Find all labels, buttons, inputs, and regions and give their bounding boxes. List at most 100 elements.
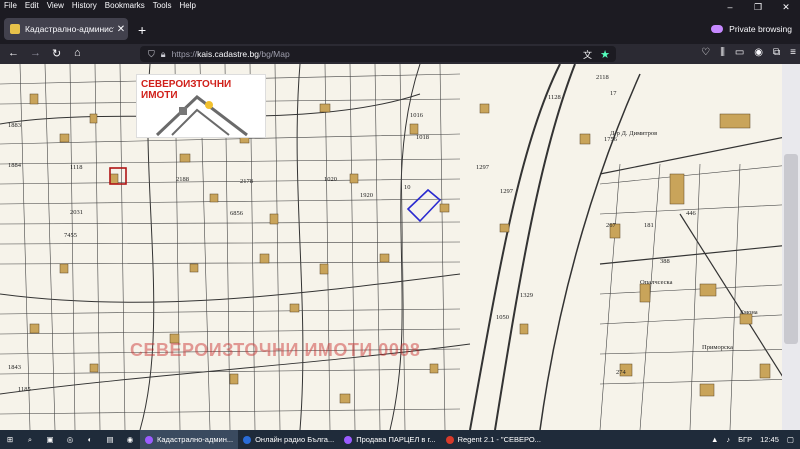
url-protocol: https:// <box>171 49 198 59</box>
parcel-map-canvas[interactable] <box>0 64 800 430</box>
parcel-label: 1920 <box>360 192 373 199</box>
task-label: Продава ПАРЦЕЛ в г... <box>356 435 436 444</box>
bookmark-star-icon[interactable]: ★ <box>600 48 610 61</box>
windows-start-icon[interactable]: ⊞ <box>0 430 20 449</box>
network-icon[interactable]: ▲ <box>711 435 718 444</box>
parcel-label: 267 <box>606 222 616 229</box>
parcel-label: 2031 <box>70 209 83 216</box>
menu-help[interactable]: Help <box>175 0 199 12</box>
menu-bar: File Edit View History Bookmarks Tools H… <box>0 0 800 12</box>
street-label: Д-р Д. Димитров <box>610 130 658 137</box>
extensions-icon[interactable]: ⧉ <box>773 47 780 58</box>
task-view-icon[interactable]: ▣ <box>40 430 60 449</box>
firefox-private-icon <box>145 435 153 444</box>
menu-icon[interactable]: ≡ <box>790 47 796 58</box>
menu-tools[interactable]: Tools <box>149 0 176 12</box>
parcel-label: 1883 <box>8 122 21 129</box>
notification-icon[interactable]: ▢ <box>787 435 794 444</box>
cadastre-map[interactable]: СЕВЕРОИЗТОЧНИ ИМОТИ СЕВЕРОИЗТОЧНИ ИМОТИ … <box>0 64 800 430</box>
watermark-text: СЕВЕРОИЗТОЧНИ ИМОТИ 0008 <box>130 340 421 360</box>
parcel-label: 274 <box>616 369 626 376</box>
parcel-label: 1018 <box>416 134 429 141</box>
menu-view[interactable]: View <box>43 0 68 12</box>
task-radio[interactable]: Онлайн радио Бълга... <box>238 430 339 449</box>
menu-bookmarks[interactable]: Bookmarks <box>101 0 149 12</box>
parcel-label: 17 <box>610 90 617 97</box>
system-tray: ▲ ♪ БГР 12:45 ▢ <box>711 430 794 449</box>
private-browsing-label: Private browsing <box>729 24 792 34</box>
parcel-label: 1843 <box>8 364 21 371</box>
parcel-label: 2118 <box>596 74 609 81</box>
close-window-button[interactable]: ✕ <box>772 0 800 14</box>
search-icon[interactable]: ⌕ <box>20 430 40 449</box>
task-cadastre[interactable]: Кадастрално-админ... <box>140 430 239 449</box>
parcel-label: 2178 <box>240 178 253 185</box>
private-browsing-indicator: Private browsing <box>711 24 792 34</box>
parcel-label: 1050 <box>496 314 509 321</box>
sidebar-icon[interactable]: ▭ <box>735 47 744 58</box>
clock[interactable]: 12:45 <box>760 435 779 444</box>
parcel-label: 1185 <box>18 386 31 393</box>
street-label: Емона <box>740 309 758 316</box>
scrollbar-thumb[interactable] <box>784 154 798 344</box>
tab-bar: Кадастрално-административ ✕ + Private br… <box>0 14 800 44</box>
menu-file[interactable]: File <box>0 0 21 12</box>
translate-icon[interactable]: 文 <box>583 48 592 61</box>
street-label: Опалчсеска <box>640 279 673 286</box>
edge-icon[interactable]: ◐ <box>80 430 100 449</box>
browser-icon <box>243 435 252 444</box>
navigation-bar: ← → ↻ ⌂ ⛉ 🔒︎ https:// kais.cadastre.bg /… <box>0 44 800 64</box>
toolbar-icons: ♡ ⫼ ▭ ◉ ⧉ ≡ <box>701 47 796 58</box>
forward-button[interactable]: → <box>30 47 41 59</box>
chrome-icon[interactable]: ◉ <box>120 430 140 449</box>
parcel-label: 1756 <box>604 136 617 143</box>
street-label: Приморска <box>702 344 733 351</box>
task-label: Онлайн радио Бълга... <box>255 435 335 444</box>
language-indicator[interactable]: БГР <box>738 435 752 444</box>
library-icon[interactable]: ⫼ <box>720 47 725 58</box>
parcel-label: 388 <box>660 258 670 265</box>
regent-app-icon <box>445 435 454 444</box>
task-label: Кадастрално-админ... <box>157 435 234 444</box>
account-icon[interactable]: ◉ <box>754 47 763 58</box>
tracking-shield-icon[interactable]: ⛉ <box>148 49 155 60</box>
window-controls: – ❐ ✕ <box>716 0 800 14</box>
taskbar: ⊞ ⌕ ▣ ◎ ◐ ▤ ◉ Кадастрално-админ... Онлай… <box>0 430 800 449</box>
firefox-icon[interactable]: ◎ <box>60 430 80 449</box>
pocket-icon[interactable]: ♡ <box>701 47 710 58</box>
parcel-label: 1020 <box>324 176 337 183</box>
menu-history[interactable]: History <box>68 0 101 12</box>
parcel-label: 7455 <box>64 232 77 239</box>
url-path: /bg/Map <box>258 49 290 59</box>
lock-icon[interactable]: 🔒︎ <box>161 49 166 60</box>
new-tab-button[interactable]: + <box>138 22 146 38</box>
parcel-label: 6856 <box>230 210 243 217</box>
home-button[interactable]: ⌂ <box>74 47 81 59</box>
parcel-label: 10 <box>404 184 411 191</box>
tab-title: Кадастрално-административ <box>25 24 114 34</box>
parcel-label: 1297 <box>500 188 513 195</box>
task-parcel[interactable]: Продава ПАРЦЕЛ в г... <box>339 430 440 449</box>
parcel-label: 1884 <box>8 162 21 169</box>
parcel-label: 1297 <box>476 164 489 171</box>
volume-icon[interactable]: ♪ <box>726 435 730 444</box>
back-button[interactable]: ← <box>8 47 19 59</box>
parcel-label: 181 <box>644 222 654 229</box>
parcel-label: 2188 <box>176 176 189 183</box>
menu-edit[interactable]: Edit <box>21 0 43 12</box>
task-label: Regent 2.1 - "СЕВЕРО... <box>457 435 541 444</box>
reload-button[interactable]: ↻ <box>52 47 61 60</box>
close-tab-icon[interactable]: ✕ <box>114 24 128 35</box>
restore-button[interactable]: ❐ <box>744 0 772 14</box>
tab-cadastre[interactable]: Кадастрално-административ ✕ <box>4 18 128 40</box>
parcel-label: 446 <box>686 210 696 217</box>
minimize-button[interactable]: – <box>716 0 744 14</box>
house-logo-icon <box>155 95 248 137</box>
task-regent[interactable]: Regent 2.1 - "СЕВЕРО... <box>441 430 546 449</box>
url-bar[interactable]: ⛉ 🔒︎ https:// kais.cadastre.bg /bg/Map 文… <box>140 46 616 62</box>
scrollbar[interactable] <box>782 64 800 430</box>
explorer-icon[interactable]: ▤ <box>100 430 120 449</box>
agency-logo: СЕВЕРОИЗТОЧНИ ИМОТИ <box>136 74 266 138</box>
parcel-label: 1016 <box>410 112 423 119</box>
url-host: kais.cadastre.bg <box>197 49 259 59</box>
